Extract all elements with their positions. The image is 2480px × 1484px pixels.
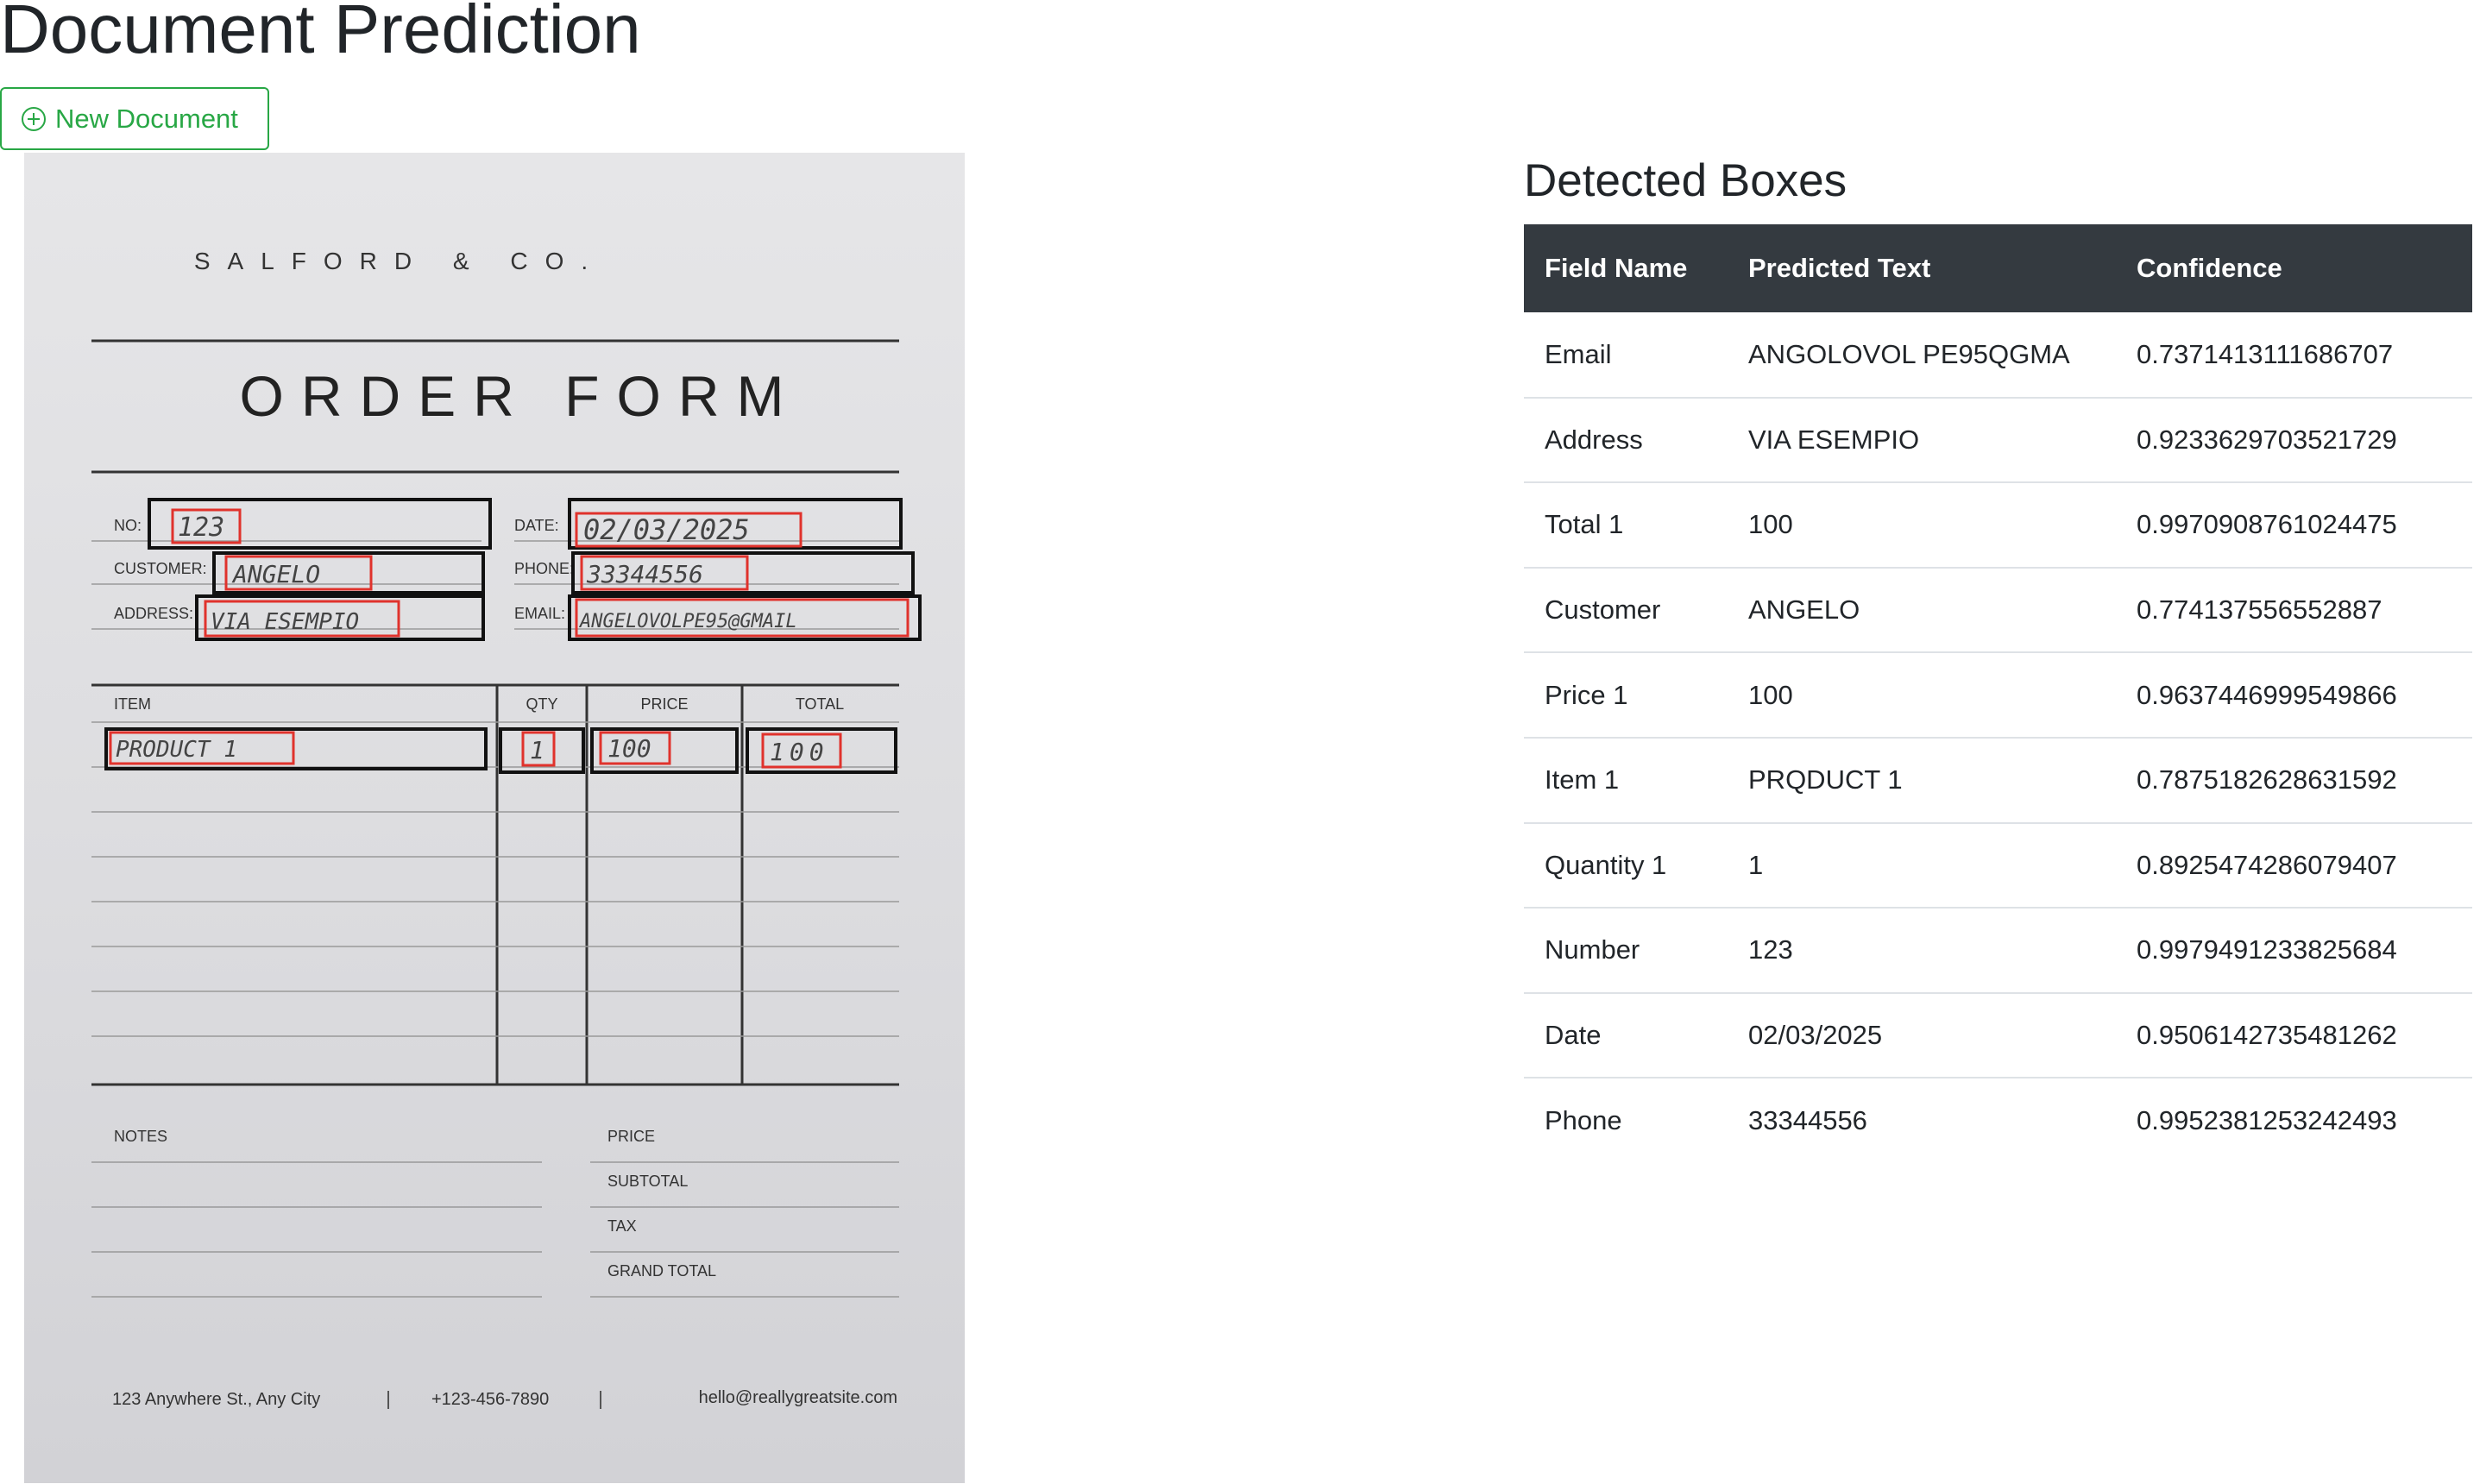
cell-field-name: Item 1 — [1524, 736, 1728, 823]
label-address: ADDRESS: — [114, 605, 193, 622]
table-row: Date 02/03/2025 0.9506142735481262 — [1524, 991, 2472, 1078]
document-preview-image: SALFORD & CO. ORDER FORM NO: CUSTOMER: A… — [24, 153, 965, 1483]
cell-field-name: Phone — [1524, 1077, 1728, 1163]
table-row: Address VIA ESEMPIO 0.9233629703521729 — [1524, 396, 2472, 483]
hw-total: 100 — [770, 738, 829, 766]
label-grand-total: GRAND TOTAL — [607, 1262, 716, 1280]
cell-confidence: 0.7371413111686707 — [2137, 338, 2394, 369]
label-item: ITEM — [114, 695, 151, 713]
cell-confidence: 0.9506142735481262 — [2116, 991, 2472, 1078]
label-price: PRICE — [640, 695, 688, 713]
footer-email: hello@reallygreatsite.com — [699, 1388, 897, 1407]
company-name: SALFORD & CO. — [194, 248, 605, 274]
cell-confidence: 0.774137556552887 — [2116, 566, 2472, 653]
cell-predicted-text: 100 — [1728, 481, 2116, 568]
footer-phone: +123-456-7890 — [431, 1390, 549, 1409]
label-subtotal: SUBTOTAL — [607, 1173, 688, 1190]
cell-confidence: 0.9637446999549866 — [2116, 651, 2472, 738]
cell-confidence: 0.9233629703521729 — [2116, 396, 2472, 483]
cell-confidence: 0.9952381253242493 — [2116, 1077, 2472, 1163]
cell-predicted-text: PRQDUCT 1 — [1728, 736, 2116, 823]
cell-predicted-text: 123 — [1728, 907, 2116, 993]
hw-qty: 1 — [530, 736, 544, 764]
label-date: DATE: — [514, 517, 559, 534]
cell-confidence: 0.8925474286079407 — [2116, 821, 2472, 909]
cell-predicted-text: 33344556 — [1728, 1077, 2116, 1163]
cell-field-name: Quantity 1 — [1524, 821, 1728, 909]
hw-phone: 33344556 — [586, 560, 703, 588]
table-row: Quantity 1 1 0.8925474286079407 — [1524, 821, 2472, 909]
table-row: Email ANGOLOVOL PE95QGMA 0.737141311168670… — [1524, 312, 2472, 398]
cell-predicted-text: 1 — [1728, 821, 2116, 909]
label-no: NO: — [114, 517, 142, 534]
page-title: Document Prediction — [0, 0, 641, 67]
cell-confidence: 0.9979491233825684 — [2116, 907, 2472, 993]
label-total: TOTAL — [796, 695, 844, 713]
cell-field-name: Email — [1545, 338, 1612, 369]
detected-boxes-title: Detected Boxes — [1524, 155, 1847, 206]
label-customer: CUSTOMER: — [114, 560, 207, 577]
label-notes: NOTES — [114, 1128, 167, 1145]
table-row: Price 1 100 0.9637446999549866 — [1524, 651, 2472, 738]
table-row: Phone 33344556 0.9952381253242493 — [1524, 1077, 2472, 1163]
label-phone: PHONE: — [514, 560, 574, 577]
cell-predicted-text: 02/03/2025 — [1728, 991, 2116, 1078]
footer-address: 123 Anywhere St., Any City — [112, 1390, 320, 1409]
table-row: Number 123 0.9979491233825684 — [1524, 907, 2472, 993]
detected-boxes-table: Field Name Predicted Text Confidence Ema… — [1524, 224, 2472, 1163]
hw-email: ANGELOVOLPE95@GMAIL — [578, 611, 797, 632]
new-document-button[interactable]: New Document — [0, 87, 269, 150]
table-header-row: Field Name Predicted Text Confidence — [1524, 224, 2472, 312]
cell-predicted-text: VIA ESEMPIO — [1728, 396, 2116, 483]
form-title: ORDER FORM — [240, 364, 802, 428]
table-row: Item 1 PRQDUCT 1 0.7875182628631592 — [1524, 736, 2472, 823]
label-tax: TAX — [607, 1217, 637, 1235]
hw-price: 100 — [607, 734, 651, 763]
column-header-confidence: Confidence — [2116, 224, 2472, 312]
cell-confidence: 0.7875182628631592 — [2116, 736, 2472, 823]
order-form-scan: SALFORD & CO. ORDER FORM NO: CUSTOMER: A… — [91, 248, 922, 1409]
table-row: Customer ANGELO 0.774137556552887 — [1524, 566, 2472, 653]
plus-circle-icon — [21, 106, 47, 132]
cell-field-name: Number — [1524, 907, 1728, 993]
column-header-predicted-text: Predicted Text — [1728, 224, 2116, 312]
cell-predicted-text: ANGOLOVOL PE95QGMA — [1748, 338, 2070, 369]
hw-date: 02/03/2025 — [583, 513, 750, 546]
cell-field-name: Customer — [1524, 566, 1728, 653]
hw-address: VIA ESEMPIO — [211, 609, 359, 635]
table-row: Total 1 100 0.9970908761024475 — [1524, 481, 2472, 568]
cell-field-name: Date — [1524, 991, 1728, 1078]
cell-field-name: Total 1 — [1524, 481, 1728, 568]
hw-number: 123 — [178, 512, 224, 543]
hw-customer: ANGELO — [231, 560, 320, 588]
cell-confidence: 0.9970908761024475 — [2116, 481, 2472, 568]
label-qty: QTY — [526, 695, 557, 713]
cell-predicted-text: 100 — [1728, 651, 2116, 738]
label-summary-price: PRICE — [607, 1128, 655, 1145]
hw-item: PRODUCT 1 — [116, 737, 237, 763]
new-document-label: New Document — [55, 103, 238, 134]
cell-predicted-text: ANGELO — [1728, 566, 2116, 653]
column-header-field-name: Field Name — [1524, 224, 1728, 312]
cell-field-name: Address — [1524, 396, 1728, 483]
label-email: EMAIL: — [514, 605, 565, 622]
cell-field-name: Price 1 — [1524, 651, 1728, 738]
